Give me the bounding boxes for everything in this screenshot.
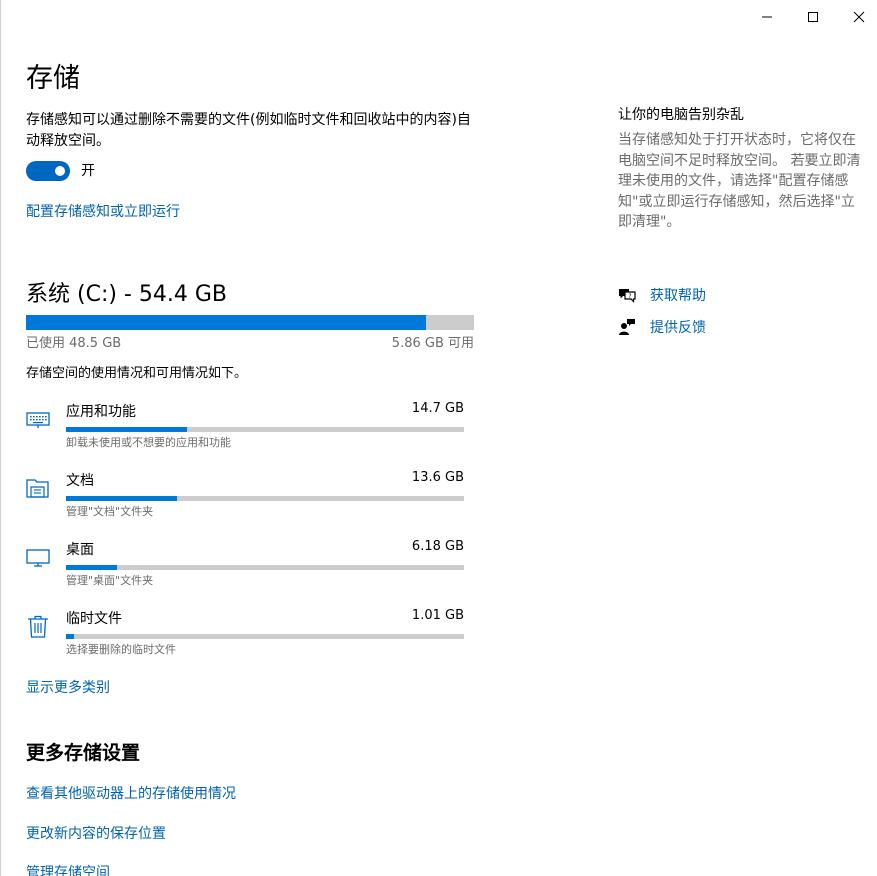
category-usage-bar-fill bbox=[66, 634, 75, 639]
show-more-categories-link[interactable]: 显示更多类别 bbox=[26, 677, 110, 697]
category-documents[interactable]: 文档 13.6 GB 管理"文档"文件夹 bbox=[26, 470, 466, 530]
configure-storage-sense-link[interactable]: 配置存储感知或立即运行 bbox=[26, 201, 180, 221]
sidebar-title: 让你的电脑告别杂乱 bbox=[618, 107, 744, 123]
drive-free-label: 5.86 GB 可用 bbox=[391, 336, 474, 351]
get-help-label: 获取帮助 bbox=[650, 288, 706, 304]
category-size: 1.01 GB bbox=[411, 608, 464, 623]
feedback-person-icon bbox=[619, 319, 635, 335]
category-subtitle: 卸载未使用或不想要的应用和功能 bbox=[66, 436, 231, 449]
category-usage-bar-fill bbox=[66, 496, 178, 501]
documents-folder-icon bbox=[26, 479, 49, 498]
give-feedback-label: 提供反馈 bbox=[650, 320, 706, 336]
drive-usage-bar bbox=[26, 315, 474, 330]
more-storage-settings-title: 更多存储设置 bbox=[26, 742, 141, 764]
drive-used-label: 已使用 48.5 GB bbox=[26, 336, 122, 351]
category-name: 临时文件 bbox=[66, 611, 122, 627]
view-other-drives-link[interactable]: 查看其他驱动器上的存储使用情况 bbox=[26, 783, 236, 803]
manage-storage-spaces-link[interactable]: 管理存储空间 bbox=[26, 862, 110, 876]
minimize-icon bbox=[762, 16, 772, 18]
storage-sense-toggle[interactable] bbox=[26, 161, 70, 181]
sidebar-description: 当存储感知处于打开状态时，它将仅在电脑空间不足时释放空间。 若要立即清理未使用的… bbox=[618, 132, 861, 230]
category-usage-bar bbox=[66, 427, 464, 432]
category-name: 文档 bbox=[66, 473, 94, 489]
title-bar bbox=[0, 0, 877, 34]
keyboard-icon bbox=[26, 412, 50, 428]
page-title: 存储 bbox=[26, 63, 80, 94]
minimize-button[interactable] bbox=[744, 0, 790, 34]
category-usage-bar bbox=[66, 496, 464, 501]
category-size: 6.18 GB bbox=[411, 539, 464, 554]
storage-sense-description: 存储感知可以通过删除不需要的文件(例如临时文件和回收站中的内容)自动释放空间。 bbox=[26, 112, 471, 149]
category-usage-bar-fill bbox=[66, 427, 187, 432]
close-button[interactable] bbox=[836, 0, 877, 34]
category-usage-bar-fill bbox=[66, 565, 117, 570]
category-subtitle: 管理"桌面"文件夹 bbox=[66, 574, 154, 587]
category-name: 桌面 bbox=[66, 542, 94, 558]
category-desktop[interactable]: 桌面 6.18 GB 管理"桌面"文件夹 bbox=[26, 539, 466, 599]
trash-icon bbox=[28, 615, 48, 638]
toggle-knob bbox=[55, 166, 65, 176]
svg-text:?: ? bbox=[628, 293, 631, 300]
category-apps[interactable]: 应用和功能 14.7 GB 卸载未使用或不想要的应用和功能 bbox=[26, 401, 466, 461]
drive-usage-bar-fill bbox=[26, 315, 426, 330]
change-save-location-link[interactable]: 更改新内容的保存位置 bbox=[26, 823, 166, 843]
storage-summary-text: 存储空间的使用情况和可用情况如下。 bbox=[26, 366, 248, 381]
maximize-icon bbox=[808, 12, 818, 22]
category-size: 13.6 GB bbox=[411, 470, 464, 485]
monitor-icon bbox=[26, 549, 50, 567]
window-left-border bbox=[0, 0, 1, 876]
toggle-state-label: 开 bbox=[81, 163, 95, 179]
category-usage-bar bbox=[66, 634, 464, 639]
category-subtitle: 选择要删除的临时文件 bbox=[66, 643, 176, 656]
category-subtitle: 管理"文档"文件夹 bbox=[66, 505, 154, 518]
category-usage-bar bbox=[66, 565, 464, 570]
category-name: 应用和功能 bbox=[66, 404, 136, 420]
category-temp-files[interactable]: 临时文件 1.01 GB 选择要删除的临时文件 bbox=[26, 608, 466, 668]
category-size: 14.7 GB bbox=[411, 401, 464, 416]
drive-title: 系统 (C:) - 54.4 GB bbox=[26, 282, 227, 307]
chat-help-icon: ? bbox=[619, 289, 636, 303]
close-icon bbox=[853, 11, 865, 23]
maximize-button[interactable] bbox=[790, 0, 836, 34]
